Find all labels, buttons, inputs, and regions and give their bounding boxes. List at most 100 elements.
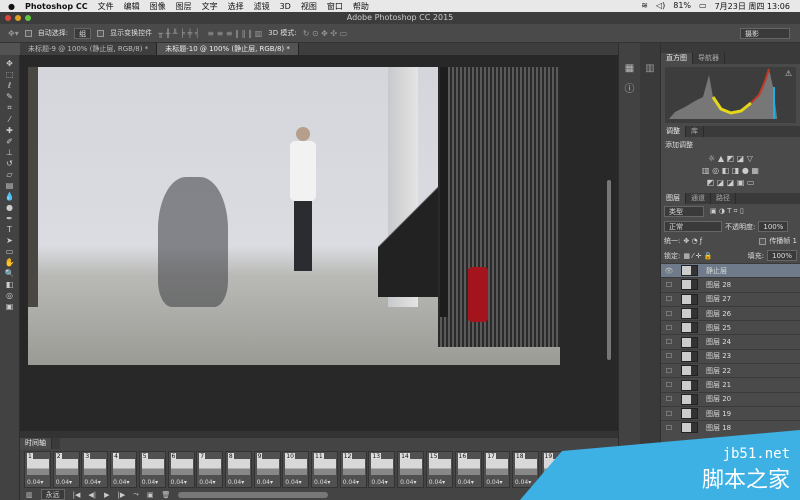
layer-row[interactable]: ☐ 图层 20 <box>661 391 800 406</box>
layer-row[interactable]: ☐ 图层 25 <box>661 320 800 334</box>
animation-frame[interactable]: 18 0.04▾ <box>511 451 539 488</box>
workspace-dropdown[interactable]: 摄影 <box>740 27 790 39</box>
minimize-window-button[interactable] <box>15 15 21 21</box>
visibility-toggle[interactable]: ☐ <box>661 395 677 403</box>
healing-tool-icon[interactable]: ✚ <box>6 126 13 135</box>
auto-select-checkbox[interactable] <box>24 29 32 37</box>
propagate-frame-checkbox[interactable] <box>759 237 767 245</box>
menu-layer[interactable]: 图层 <box>176 1 192 12</box>
tween-button[interactable]: ⤳ <box>133 490 139 499</box>
blur-tool-icon[interactable]: 💧 <box>5 192 15 201</box>
frame-delay[interactable]: 0.04▾ <box>171 479 187 486</box>
visibility-toggle[interactable]: ☐ <box>661 295 677 303</box>
animation-frame[interactable]: 1 0.04▾ <box>24 451 51 488</box>
visibility-toggle[interactable]: ☐ <box>661 424 677 432</box>
tab-layers[interactable]: 图层 <box>661 193 686 204</box>
history-brush-icon[interactable]: ↺ <box>6 159 13 168</box>
animation-frame[interactable]: 8 0.04▾ <box>224 451 252 488</box>
frame-delay[interactable]: 0.04▾ <box>343 479 359 486</box>
marquee-tool-icon[interactable]: ⬚ <box>6 70 14 79</box>
document-image[interactable] <box>28 67 560 365</box>
menu-select[interactable]: 选择 <box>228 1 244 12</box>
layer-row[interactable]: 👁 静止层 <box>661 263 800 278</box>
frame-delay[interactable]: 0.04▾ <box>458 479 474 486</box>
auto-select-dropdown[interactable]: 组 <box>74 27 92 39</box>
info-panel-icon[interactable]: ⓘ <box>619 80 640 95</box>
visibility-toggle[interactable]: ☐ <box>661 410 677 418</box>
pen-tool-icon[interactable]: ✒ <box>6 214 13 223</box>
blend-mode-dropdown[interactable]: 正常 <box>664 221 722 232</box>
type-tool-icon[interactable]: T <box>7 225 12 234</box>
align-icons[interactable]: ╥ ╫ ╨ ╞ ╪ ╡ ≡ ≡ ≡ ‖ ‖ ‖ ▥ <box>158 29 262 38</box>
timeline-scrollbar[interactable] <box>178 491 329 498</box>
eye-icon[interactable]: 👁 <box>661 267 677 275</box>
opacity-input[interactable]: 100% <box>758 221 789 232</box>
layer-filter-dropdown[interactable]: 类型 <box>664 206 704 217</box>
hand-tool-icon[interactable]: ✋ <box>5 258 15 267</box>
wifi-icon[interactable]: ≋ <box>641 1 648 12</box>
animation-frame[interactable]: 7 0.04▾ <box>196 451 224 488</box>
previous-frame-button[interactable]: ◀| <box>88 491 96 499</box>
quick-select-tool-icon[interactable]: ✎ <box>6 92 13 101</box>
layer-row[interactable]: ☐ 图层 19 <box>661 405 800 420</box>
unify-icons[interactable]: ✥ ◔ ƒ <box>683 237 702 245</box>
menu-help[interactable]: 帮助 <box>353 1 369 12</box>
convert-timeline-icon[interactable]: ▥ <box>26 491 33 499</box>
stamp-tool-icon[interactable]: ⊥ <box>6 148 13 157</box>
tab-doc-9[interactable]: 未标题-9 @ 100% (静止层, RGB/8) * <box>20 43 158 55</box>
animation-frame[interactable]: 3 0.04▾ <box>81 451 109 488</box>
animation-frame[interactable]: 5 0.04▾ <box>138 451 166 488</box>
history-panel-icon[interactable]: ▦ <box>619 63 640 74</box>
frame-delay[interactable]: 0.04▾ <box>400 479 416 486</box>
animation-frame[interactable]: 16 0.04▾ <box>454 451 482 488</box>
animation-frame[interactable]: 9 0.04▾ <box>253 451 281 488</box>
animation-frame[interactable]: 4 0.04▾ <box>110 451 138 488</box>
frame-delay[interactable]: 0.04▾ <box>113 479 129 486</box>
tab-libraries[interactable]: 库 <box>686 126 704 137</box>
layer-row[interactable]: ☐ 图层 22 <box>661 363 800 377</box>
lock-icons[interactable]: ▦ ⁄ ✛ 🔒 <box>683 252 712 260</box>
tab-navigator[interactable]: 导航器 <box>693 53 725 64</box>
frame-delay[interactable]: 0.04▾ <box>515 479 531 486</box>
animation-frame[interactable]: 6 0.04▾ <box>167 451 195 488</box>
frame-delay[interactable]: 0.04▾ <box>429 479 445 486</box>
animation-frame[interactable]: 11 0.04▾ <box>311 451 338 488</box>
menu-edit[interactable]: 编辑 <box>124 1 140 12</box>
tab-timeline[interactable]: 时间轴 <box>20 438 52 449</box>
tab-channels[interactable]: 通道 <box>686 193 711 204</box>
menu-filter[interactable]: 滤镜 <box>254 1 270 12</box>
layer-row[interactable]: ☐ 图层 27 <box>661 291 800 306</box>
visibility-toggle[interactable]: ☐ <box>661 338 677 346</box>
frame-delay[interactable]: 0.04▾ <box>486 479 502 486</box>
3d-mode-icons[interactable]: ↻ ⊙ ✥ ✣ ▭ <box>303 29 348 38</box>
layer-row[interactable]: ☐ 图层 23 <box>661 348 800 363</box>
menu-view[interactable]: 视图 <box>301 1 317 12</box>
path-select-tool-icon[interactable]: ➤ <box>6 236 13 245</box>
canvas-scrollbar[interactable] <box>607 180 611 360</box>
menu-window[interactable]: 窗口 <box>327 1 343 12</box>
layer-filter-icons[interactable]: ▣ ◑ T ⌗ ▯ <box>710 207 744 216</box>
layer-row[interactable]: ☐ 图层 21 <box>661 377 800 391</box>
dodge-tool-icon[interactable]: ● <box>6 203 13 212</box>
visibility-toggle[interactable]: ☐ <box>661 381 677 389</box>
visibility-toggle[interactable]: ☐ <box>661 367 677 375</box>
tab-doc-10[interactable]: 未标题-10 @ 100% (静止层, RGB/8) * <box>157 43 299 55</box>
animation-frame[interactable]: 12 0.04▾ <box>339 451 367 488</box>
frame-delay[interactable]: 0.04▾ <box>285 479 301 486</box>
gradient-tool-icon[interactable]: ▤ <box>6 181 14 190</box>
warning-icon[interactable]: ⚠ <box>785 69 792 78</box>
move-tool-icon[interactable]: ✥ <box>6 59 13 68</box>
tab-adjustments[interactable]: 调整 <box>661 126 686 137</box>
animation-frame[interactable]: 17 0.04▾ <box>483 451 511 488</box>
visibility-toggle[interactable]: ☐ <box>661 281 677 289</box>
menu-image[interactable]: 图像 <box>150 1 166 12</box>
layer-row[interactable]: ☐ 图层 26 <box>661 305 800 320</box>
next-frame-button[interactable]: |▶ <box>118 491 126 499</box>
visibility-toggle[interactable]: ☐ <box>661 310 677 318</box>
visibility-toggle[interactable]: ☐ <box>661 324 677 332</box>
loop-dropdown[interactable]: 永远 <box>40 489 65 500</box>
frame-delay[interactable]: 0.04▾ <box>142 479 158 486</box>
battery-icon[interactable]: ▭ <box>699 1 707 12</box>
tab-histogram[interactable]: 直方图 <box>661 53 693 64</box>
tab-paths[interactable]: 路径 <box>711 193 736 204</box>
